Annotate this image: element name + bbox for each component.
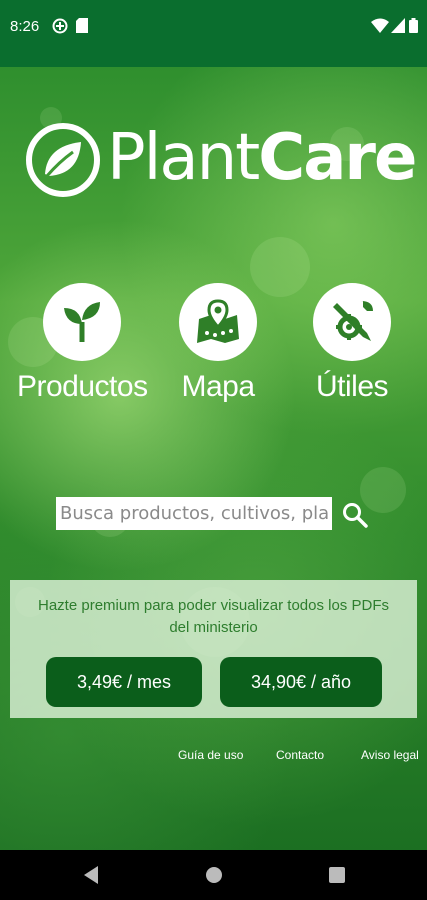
mapa-icon-circle xyxy=(179,283,257,361)
footer-link-guide[interactable]: Guía de uso xyxy=(178,748,243,762)
footer-link-legal[interactable]: Aviso legal xyxy=(361,748,419,762)
seedling-icon xyxy=(64,302,100,342)
map-pin-icon xyxy=(197,299,239,343)
utiles-button[interactable]: Útiles xyxy=(287,283,417,407)
productos-icon-circle xyxy=(43,283,121,361)
yearly-plan-button[interactable]: 34,90€ / año xyxy=(220,657,382,707)
utiles-label: Útiles xyxy=(315,370,389,403)
recents-icon[interactable] xyxy=(325,864,349,886)
utiles-icon-circle xyxy=(313,283,391,361)
premium-message: Hazte premium para poder visualizar todo… xyxy=(38,597,389,636)
status-time: 8:26 xyxy=(10,18,40,35)
back-icon[interactable] xyxy=(80,864,104,886)
productos-label: Productos xyxy=(17,370,148,403)
battery-icon xyxy=(409,18,418,33)
plantcare-logo: PlantCare xyxy=(25,120,417,200)
status-bar: 8:26 xyxy=(0,0,427,67)
signal-icon xyxy=(391,18,405,33)
search-icon[interactable] xyxy=(340,500,370,530)
mapa-button[interactable]: Mapa xyxy=(153,283,283,407)
home-icon[interactable] xyxy=(202,864,226,886)
search-input[interactable] xyxy=(56,497,332,530)
app-name: PlantCare xyxy=(107,118,417,198)
leaf-logo-icon xyxy=(26,123,100,197)
mapa-label: Mapa xyxy=(181,370,255,403)
tools-icon xyxy=(333,301,373,341)
system-nav-bar xyxy=(0,850,427,900)
productos-button[interactable]: Productos xyxy=(17,283,148,407)
footer-link-contact[interactable]: Contacto xyxy=(276,748,324,762)
app-name-bold: Care xyxy=(258,121,417,195)
sd-card-icon xyxy=(76,18,88,33)
monthly-plan-button[interactable]: 3,49€ / mes xyxy=(46,657,202,707)
wifi-icon xyxy=(371,18,389,33)
app-name-light: Plant xyxy=(107,121,260,195)
data-saver-icon xyxy=(52,18,68,34)
